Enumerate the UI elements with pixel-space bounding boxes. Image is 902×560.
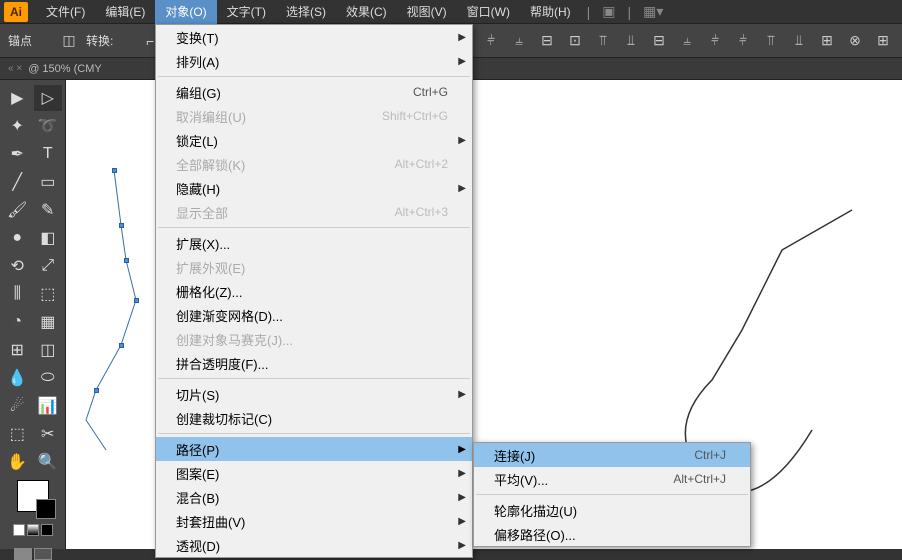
align-icon[interactable]: ⫪	[592, 30, 614, 52]
menu-item: 全部解锁(K)Alt+Ctrl+2	[156, 152, 472, 176]
gradient-tool[interactable]: ◫	[34, 337, 63, 363]
menu-item[interactable]: 排列(A)▶	[156, 49, 472, 73]
menu-效果[interactable]: 效果(C)	[336, 0, 397, 24]
free-transform-tool[interactable]: ⬚	[34, 281, 63, 307]
menu-文件[interactable]: 文件(F)	[36, 0, 95, 24]
path-submenu: 连接(J)Ctrl+J平均(V)...Alt+Ctrl+J 轮廓化描边(U)偏移路…	[473, 442, 751, 547]
align-icon[interactable]: ⫫	[788, 30, 810, 52]
slice-tool[interactable]: ✂	[34, 421, 63, 447]
fill-stroke-swatch[interactable]	[2, 480, 63, 560]
doc-tab-label: @ 150% (CMY	[28, 63, 102, 75]
align-icon[interactable]: ⫪	[760, 30, 782, 52]
menu-item[interactable]: 栅格化(Z)...	[156, 279, 472, 303]
align-icon[interactable]: ⊞	[872, 30, 894, 52]
artboard-tool[interactable]: ⬚	[3, 421, 32, 447]
submenu-item[interactable]: 轮廓化描边(U)	[474, 498, 750, 522]
align-icon[interactable]: ⫫	[620, 30, 642, 52]
submenu-item[interactable]: 连接(J)Ctrl+J	[474, 443, 750, 467]
selection-tool[interactable]: ▶	[3, 85, 32, 111]
menu-item[interactable]: 透视(D)▶	[156, 533, 472, 557]
menu-item[interactable]: 创建裁切标记(C)	[156, 406, 472, 430]
menubar-sep2: |	[622, 4, 638, 20]
menu-item[interactable]: 编组(G)Ctrl+G	[156, 80, 472, 104]
menu-item[interactable]: 隐藏(H)▶	[156, 176, 472, 200]
align-icon[interactable]: ⫩	[480, 30, 502, 52]
align-icon[interactable]: ⊡	[564, 30, 586, 52]
workspace-switch-icon[interactable]: ▦▾	[637, 3, 669, 20]
brush-tool[interactable]: 🖌	[3, 197, 32, 223]
menu-文字[interactable]: 文字(T)	[217, 0, 276, 24]
menubar-sep: |	[581, 4, 597, 20]
lasso-tool[interactable]: ➰	[34, 113, 63, 139]
blend-tool[interactable]: ⬭	[34, 365, 63, 391]
eraser-tool[interactable]: ◧	[34, 225, 63, 251]
shape-builder-tool[interactable]: ◔	[3, 309, 32, 335]
object-menu-dropdown: 变换(T)▶排列(A)▶ 编组(G)Ctrl+G取消编组(U)Shift+Ctrl…	[155, 24, 473, 558]
blob-tool[interactable]: ●	[3, 225, 32, 251]
menu-视图[interactable]: 视图(V)	[397, 0, 457, 24]
menu-item[interactable]: 封套扭曲(V)▶	[156, 509, 472, 533]
menu-帮助[interactable]: 帮助(H)	[520, 0, 581, 24]
align-icon[interactable]: ⫨	[508, 30, 530, 52]
menu-item[interactable]: 变换(T)▶	[156, 25, 472, 49]
perspective-tool[interactable]: ▦	[34, 309, 63, 335]
menu-item: 创建对象马赛克(J)...	[156, 327, 472, 351]
align-icon[interactable]: ⊟	[648, 30, 670, 52]
menu-item[interactable]: 创建渐变网格(D)...	[156, 303, 472, 327]
mesh-tool[interactable]: ⊞	[3, 337, 32, 363]
menu-item[interactable]: 切片(S)▶	[156, 382, 472, 406]
convert-label: 转换:	[86, 32, 113, 49]
align-icon[interactable]: ⊟	[536, 30, 558, 52]
anchor-label: 锚点	[8, 32, 32, 49]
bridge-icon[interactable]: ▣	[596, 3, 621, 20]
eyedropper-tool[interactable]: 💧	[3, 365, 32, 391]
menu-item: 取消编组(U)Shift+Ctrl+G	[156, 104, 472, 128]
submenu-item[interactable]: 偏移路径(O)...	[474, 522, 750, 546]
align-icon[interactable]: ⫩	[704, 30, 726, 52]
magic-wand-tool[interactable]: ✦	[3, 113, 32, 139]
menu-item[interactable]: 扩展(X)...	[156, 231, 472, 255]
toolbox: ▶▷ ✦➰ ✒T ╱▭ 🖌✎ ●◧ ⟲⤢ ⫼⬚ ◔▦ ⊞◫ 💧⬭ ☄📊 ⬚✂ ✋…	[0, 80, 66, 549]
align-icon[interactable]: ⫨	[676, 30, 698, 52]
symbol-tool[interactable]: ☄	[3, 393, 32, 419]
align-icon[interactable]: ⊗	[844, 30, 866, 52]
align-icon[interactable]: ⊞	[816, 30, 838, 52]
direct-select-tool[interactable]: ▷	[34, 85, 63, 111]
zoom-tool[interactable]: 🔍	[34, 449, 63, 475]
pencil-tool[interactable]: ✎	[34, 197, 63, 223]
menu-item[interactable]: 锁定(L)▶	[156, 128, 472, 152]
menubar: Ai 文件(F)编辑(E)对象(O)文字(T)选择(S)效果(C)视图(V)窗口…	[0, 0, 902, 24]
hand-tool[interactable]: ✋	[3, 449, 32, 475]
menu-编辑[interactable]: 编辑(E)	[95, 0, 155, 24]
scale-tool[interactable]: ⤢	[34, 253, 63, 279]
rect-tool[interactable]: ▭	[34, 169, 63, 195]
graph-tool[interactable]: 📊	[34, 393, 63, 419]
menu-对象[interactable]: 对象(O)	[155, 0, 216, 24]
menu-选择[interactable]: 选择(S)	[276, 0, 336, 24]
menu-item: 显示全部Alt+Ctrl+3	[156, 200, 472, 224]
line-tool[interactable]: ╱	[3, 169, 32, 195]
menu-item[interactable]: 拼合透明度(F)...	[156, 351, 472, 375]
menu-窗口[interactable]: 窗口(W)	[457, 0, 520, 24]
tab-handle-icon: « ×	[8, 63, 22, 74]
pen-tool[interactable]: ✒	[3, 141, 32, 167]
align-icon[interactable]: ⫩	[732, 30, 754, 52]
submenu-item[interactable]: 平均(V)...Alt+Ctrl+J	[474, 467, 750, 491]
menu-item[interactable]: 图案(E)▶	[156, 461, 472, 485]
rotate-tool[interactable]: ⟲	[3, 253, 32, 279]
menu-item: 扩展外观(E)	[156, 255, 472, 279]
width-tool[interactable]: ⫼	[3, 281, 32, 307]
app-logo: Ai	[4, 2, 28, 22]
type-tool[interactable]: T	[34, 141, 63, 167]
menu-item[interactable]: 混合(B)▶	[156, 485, 472, 509]
menu-item[interactable]: 路径(P)▶	[156, 437, 472, 461]
